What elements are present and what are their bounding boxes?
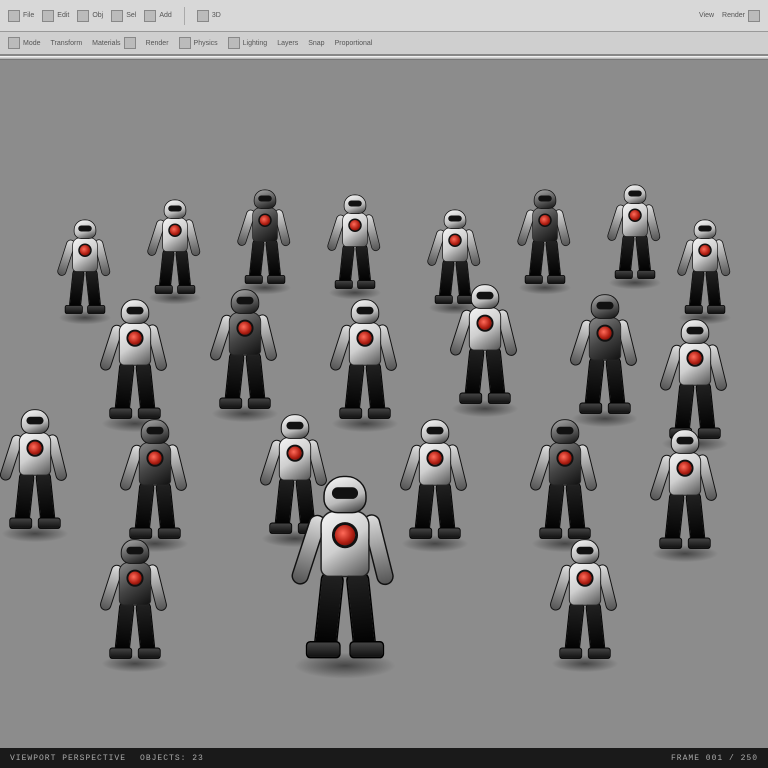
menu-obj[interactable]: Obj [77, 10, 103, 22]
menu-sel[interactable]: Sel [111, 10, 136, 22]
status-right: FRAME 001 / 250 [671, 754, 758, 763]
tool-layers[interactable]: Layers [277, 40, 298, 47]
phys-icon [179, 37, 191, 49]
mode-icon [8, 37, 20, 49]
sel-icon [111, 10, 123, 22]
file-icon [8, 10, 20, 22]
robot-unit[interactable] [511, 185, 579, 290]
robot-unit[interactable] [231, 185, 299, 290]
tool-physics[interactable]: Physics [179, 37, 218, 49]
menu-edit[interactable]: Edit [42, 10, 69, 22]
tool-render[interactable]: Render [146, 40, 169, 47]
tool-transform[interactable]: Transform [51, 40, 83, 47]
menu-3d[interactable]: 3D [197, 10, 221, 22]
robot-unit[interactable] [671, 215, 739, 320]
robot-unit[interactable] [522, 414, 608, 547]
toolbar-separator [184, 7, 185, 25]
menu-file[interactable]: File [8, 10, 34, 22]
robot-unit[interactable] [442, 279, 528, 412]
tool-mode[interactable]: Mode [8, 37, 41, 49]
cube-icon [197, 10, 209, 22]
status-mid: OBJECTS: 23 [140, 754, 204, 763]
robot-unit[interactable] [322, 294, 408, 427]
menu-add[interactable]: Add [144, 10, 171, 22]
robot-unit[interactable] [562, 289, 648, 422]
robot-unit[interactable] [601, 180, 669, 285]
status-bar: VIEWPORT PERSPECTIVE OBJECTS: 23 FRAME 0… [0, 748, 768, 768]
robot-unit[interactable] [642, 424, 728, 557]
menu-view[interactable]: View [699, 12, 714, 19]
obj-icon [77, 10, 89, 22]
edit-icon [42, 10, 54, 22]
top-toolbar: File Edit Obj Sel Add 3D View Render [0, 0, 768, 32]
tool-lighting[interactable]: Lighting [228, 37, 268, 49]
mat-icon [124, 37, 136, 49]
secondary-toolbar: Mode Transform Materials Render Physics … [0, 32, 768, 56]
status-left: VIEWPORT PERSPECTIVE [10, 754, 126, 763]
menu-render[interactable]: Render [722, 10, 760, 22]
robot-unit[interactable] [542, 534, 628, 667]
tool-materials[interactable]: Materials [92, 37, 135, 49]
robot-unit[interactable] [112, 414, 198, 547]
robot-unit[interactable] [321, 190, 389, 295]
tool-proportional[interactable]: Proportional [335, 40, 373, 47]
tool-snap[interactable]: Snap [308, 40, 324, 47]
render-icon [748, 10, 760, 22]
light-icon [228, 37, 240, 49]
add-icon [144, 10, 156, 22]
robot-unit[interactable] [280, 467, 411, 670]
viewport-3d[interactable] [0, 60, 768, 748]
robot-unit[interactable] [141, 195, 209, 300]
robot-unit[interactable] [0, 404, 78, 537]
robot-unit[interactable] [92, 534, 178, 667]
robot-unit[interactable] [92, 294, 178, 427]
robot-unit[interactable] [202, 284, 288, 417]
